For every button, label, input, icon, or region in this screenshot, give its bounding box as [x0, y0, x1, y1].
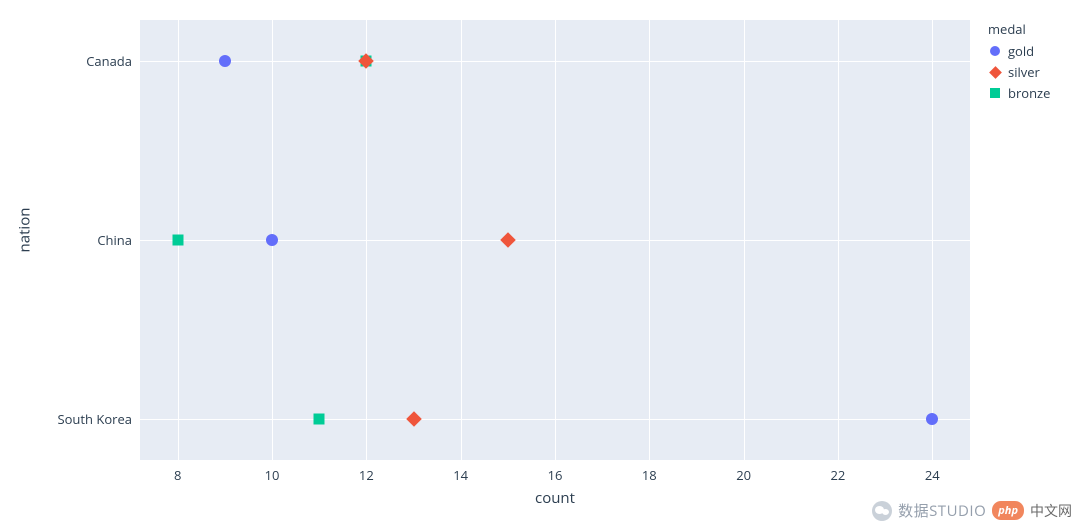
- point-gold[interactable]: [219, 55, 231, 67]
- circle-icon: [988, 44, 1002, 58]
- square-icon: [988, 86, 1002, 100]
- x-tick-label: 22: [823, 466, 853, 484]
- legend-item-gold[interactable]: gold: [988, 42, 1050, 60]
- diamond-icon: [988, 65, 1002, 79]
- x-tick-label: 24: [917, 466, 947, 484]
- point-gold[interactable]: [266, 234, 278, 246]
- php-badge: php: [992, 501, 1024, 520]
- gridline-h: [140, 61, 970, 62]
- x-axis-title: count: [140, 488, 970, 508]
- y-tick-label: China: [12, 231, 132, 249]
- y-tick-label: South Korea: [12, 410, 132, 428]
- x-tick-label: 10: [257, 466, 287, 484]
- plot-area[interactable]: [140, 20, 970, 460]
- legend-title: medal: [988, 20, 1050, 38]
- legend-item-bronze[interactable]: bronze: [988, 84, 1050, 102]
- y-tick-label: Canada: [12, 52, 132, 70]
- legend-label: silver: [1008, 63, 1040, 81]
- wechat-icon: [872, 501, 892, 521]
- watermark-cn-text: 中文网: [1030, 501, 1072, 521]
- watermark-studio-text: 数据STUDIO: [898, 500, 986, 521]
- gridline-h: [140, 419, 970, 420]
- legend-label: gold: [1008, 42, 1034, 60]
- gridline-h: [140, 240, 970, 241]
- x-tick-label: 12: [351, 466, 381, 484]
- point-bronze[interactable]: [314, 414, 325, 425]
- chart-container: nation Canada China South Korea 8 10: [0, 0, 1080, 525]
- x-tick-label: 8: [163, 466, 193, 484]
- x-tick-label: 14: [446, 466, 476, 484]
- point-silver[interactable]: [500, 232, 516, 248]
- point-bronze[interactable]: [172, 235, 183, 246]
- legend: medal gold silver bronze: [988, 20, 1050, 105]
- point-silver[interactable]: [406, 411, 422, 427]
- legend-item-silver[interactable]: silver: [988, 63, 1050, 81]
- x-tick-label: 18: [634, 466, 664, 484]
- x-tick-label: 16: [540, 466, 570, 484]
- watermark: 数据STUDIO php 中文网: [872, 500, 1072, 521]
- point-gold[interactable]: [926, 413, 938, 425]
- legend-label: bronze: [1008, 84, 1050, 102]
- x-tick-label: 20: [729, 466, 759, 484]
